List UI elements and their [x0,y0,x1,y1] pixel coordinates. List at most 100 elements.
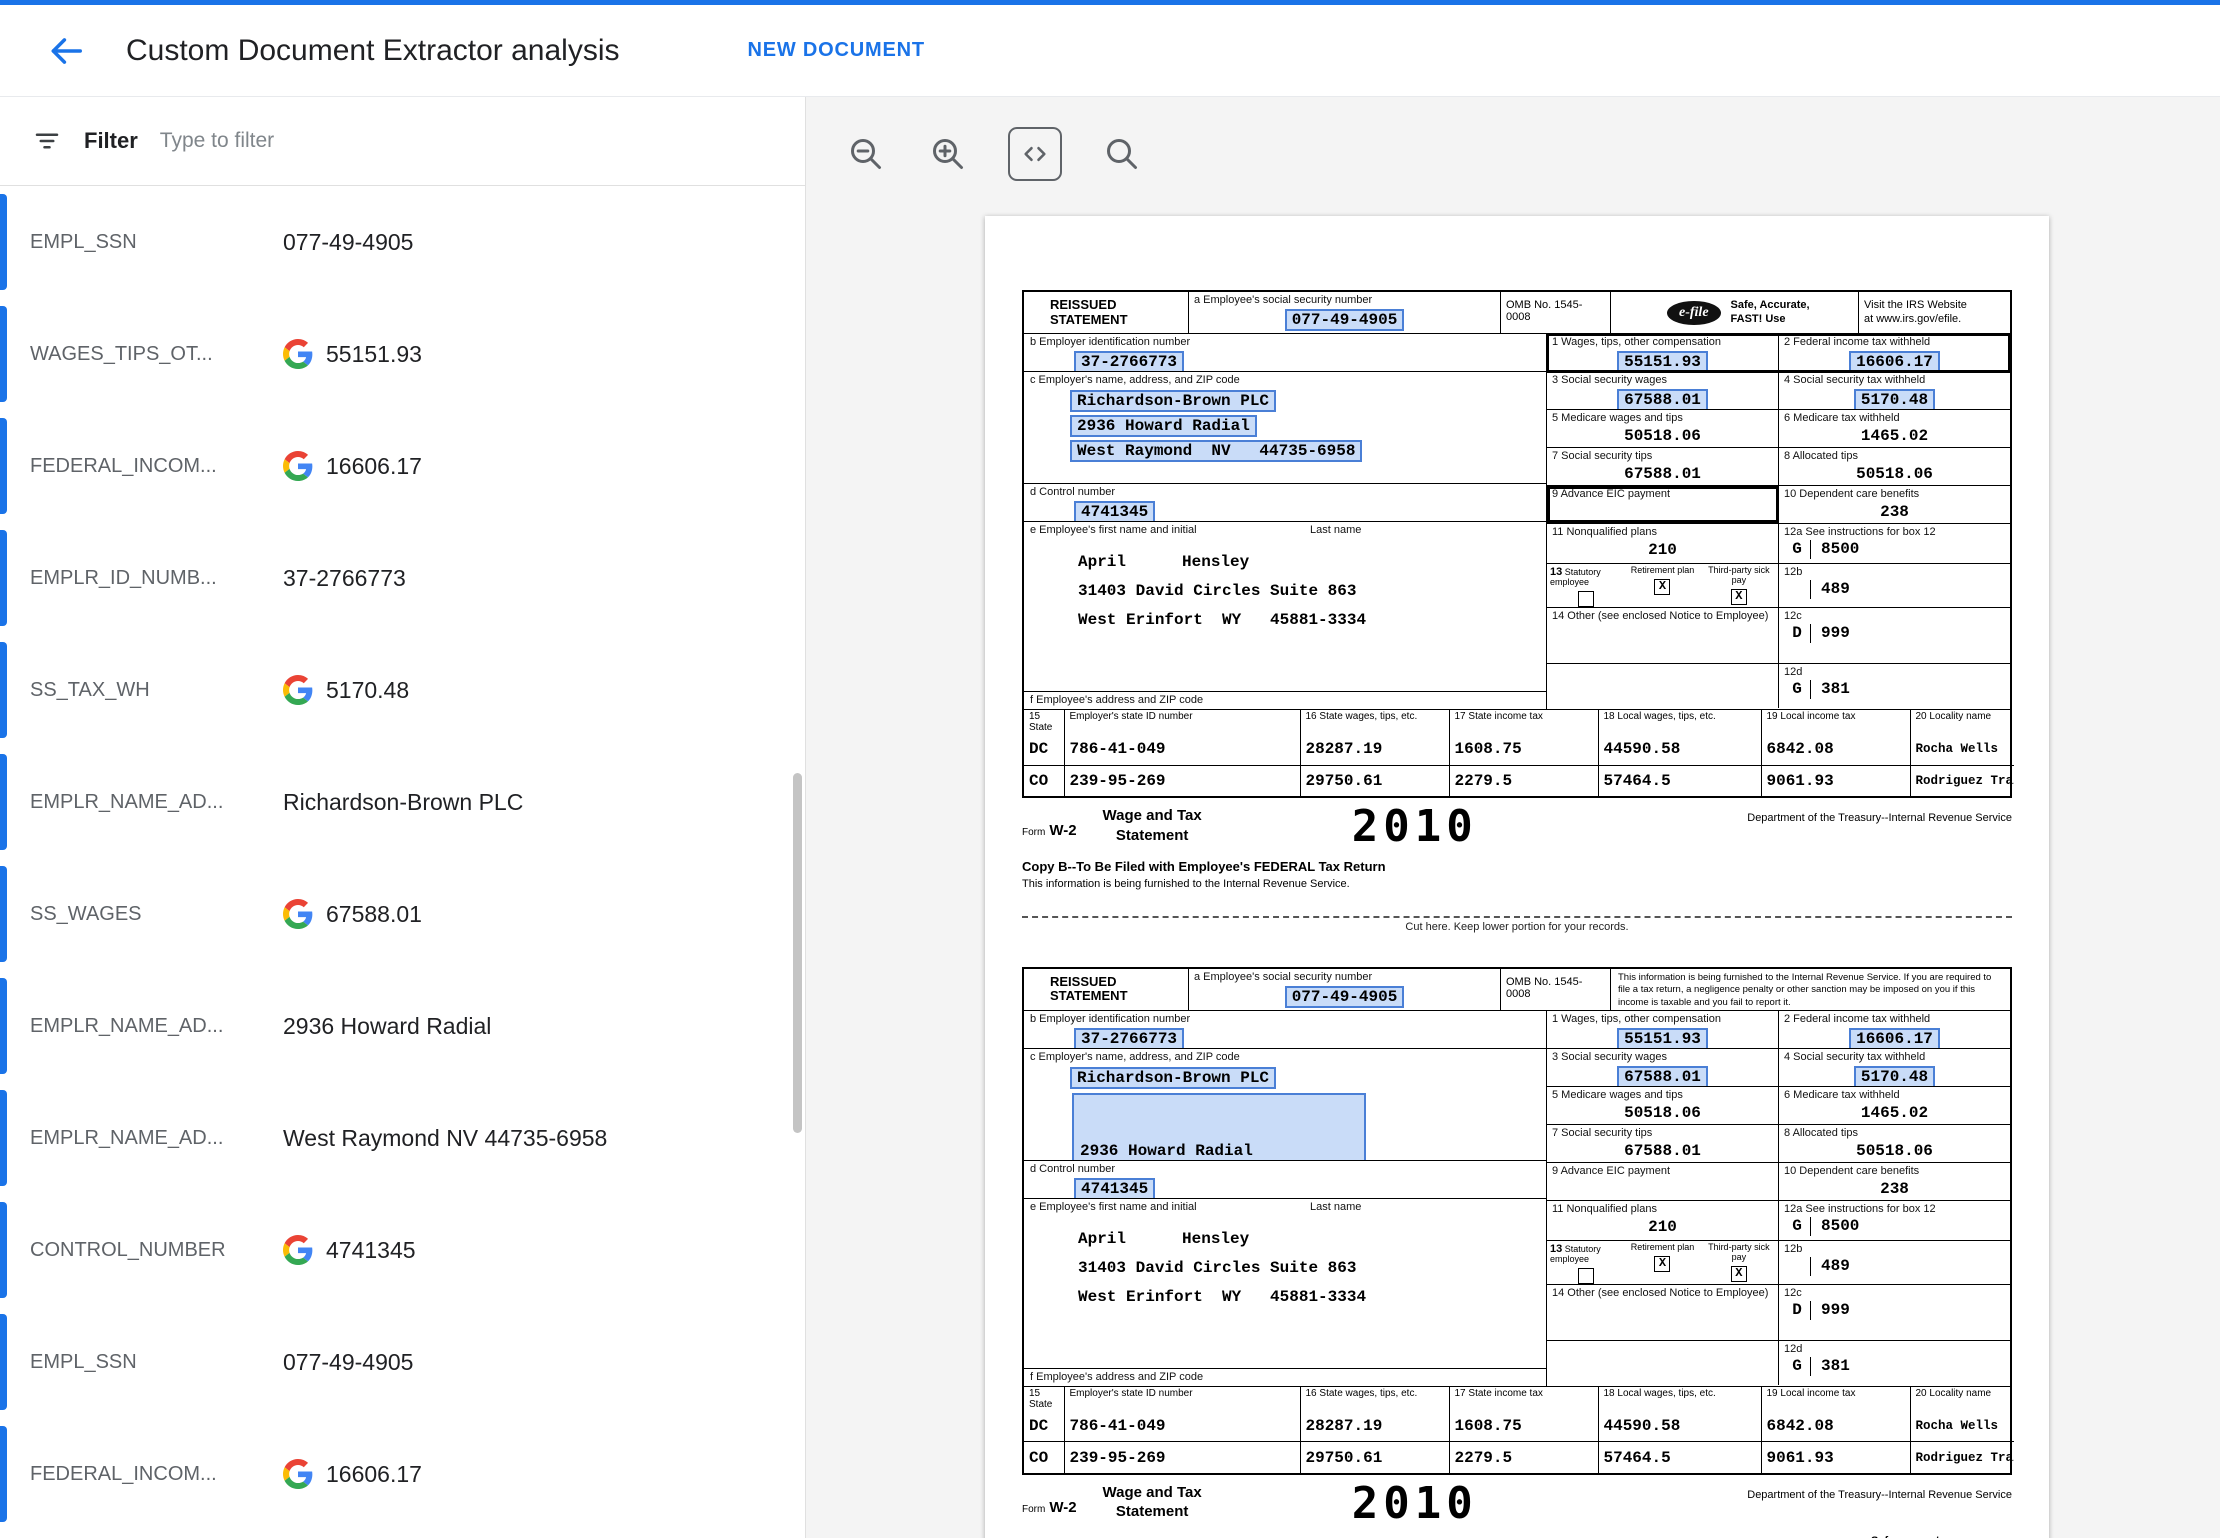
google-icon [283,1235,313,1265]
field-row[interactable]: EMPLR_NAME_AD... 2936 Howard Radial [0,970,805,1082]
box13-statutory-checkbox [1578,591,1594,607]
box13-retirement-label: Retirement plan [1626,1243,1698,1253]
entity-box2[interactable]: 16606.17 [1849,1028,1940,1048]
box12c-label: 12c [1784,610,2005,623]
field-row[interactable]: EMPL_SSN 077-49-4905 [0,186,805,298]
w2-left-column: b Employer identification number 37-2766… [1024,1011,1547,1386]
viewer-toolbar [806,97,2220,181]
w2-footer: FormW-2 Wage and Tax Statement 2010 Depa… [1022,1475,2012,1525]
zoom-in-button[interactable] [926,132,970,176]
w2-box-d: d Control number 4741345 [1024,484,1546,522]
arrow-left-icon [47,32,85,70]
entity-control-number[interactable]: 4741345 [1074,501,1155,522]
field-row[interactable]: SS_TAX_WH 5170.48 [0,634,805,746]
field-row[interactable]: EMPLR_NAME_AD... Richardson-Brown PLC [0,746,805,858]
w2-box9: 9 Advance EIC payment [1547,486,1779,523]
entity-box4[interactable]: 5170.48 [1854,1066,1935,1086]
box12a-label: 12a See instructions for box 12 [1784,1203,2005,1216]
back-button[interactable] [44,29,88,73]
form-w2-label: FormW-2 [1022,806,1077,839]
entity-box1[interactable]: 55151.93 [1617,1028,1708,1048]
entity-indicator-bar [0,418,7,514]
w2-box1: 1 Wages, tips, other compensation 55151.… [1547,334,1779,371]
field-list: EMPL_SSN 077-49-4905 WAGES_TIPS_OT... 55… [0,186,805,1530]
w2-top-row: REISSUED STATEMENT a Employee's social s… [1024,292,2010,334]
field-row[interactable]: EMPLR_NAME_AD... West Raymond NV 44735-6… [0,1082,805,1194]
box5-value: 50518.06 [1552,1104,1773,1122]
state-cell: DC [1024,734,1064,765]
field-row[interactable]: WAGES_TIPS_OT... 55151.93 [0,298,805,410]
treasury-dept-label: Department of the Treasury--Internal Rev… [1747,806,2012,824]
box12d-label: 12d [1784,666,2005,679]
new-document-button[interactable]: NEW DOCUMENT [748,39,925,62]
box13-statutory-checkbox [1578,1268,1594,1284]
state-cell: 6842.08 [1761,734,1910,765]
form-w2-label: FormW-2 [1022,1483,1077,1516]
field-row[interactable]: CONTROL_NUMBER 4741345 [0,1194,805,1306]
field-label: SS_WAGES [30,903,283,926]
scrollbar-thumb[interactable] [793,773,802,1133]
w2-box-a: a Employee's social security number 077-… [1189,292,1501,333]
field-value: West Raymond NV 44735-6958 [283,1125,607,1152]
employee-address: 31403 David Circles Suite 863 [1030,1259,1540,1277]
zoom-out-button[interactable] [844,132,888,176]
entity-employer-addr[interactable]: 2936 Howard Radial [1070,415,1257,437]
entity-indicator-bar [0,530,7,626]
entity-box3[interactable]: 67588.01 [1617,1066,1708,1086]
box13-sickpay: Third-party sick pay X [1703,1243,1775,1282]
field-label: FEDERAL_INCOM... [30,1463,283,1486]
field-row[interactable]: FEDERAL_INCOM... 16606.17 [0,1418,805,1530]
field-row[interactable]: EMPLR_ID_NUMB... 37-2766773 [0,522,805,634]
box3-label: 3 Social security wages [1552,1051,1773,1064]
w2-box14: 14 Other (see enclosed Notice to Employe… [1547,608,1779,663]
w2-box1: 1 Wages, tips, other compensation 55151.… [1547,1011,1779,1048]
state-cell: DC [1024,1411,1064,1442]
box11-label: 11 Nonqualified plans [1552,526,1773,539]
entity-employer-name[interactable]: Richardson-Brown PLC [1070,390,1276,412]
entity-box2[interactable]: 16606.17 [1849,351,1940,371]
entity-employer-address-block[interactable]: 2936 Howard Radial West Raymond NV 44735… [1072,1093,1366,1161]
entity-ein[interactable]: 37-2766773 [1074,1028,1184,1049]
box10-value: 238 [1784,1180,2005,1198]
state-cell: 2279.5 [1449,1442,1598,1473]
w2-row-box13-box12b: 13 Statutory employee Retirement plan X … [1547,564,2010,608]
entity-ssn[interactable]: 077-49-4905 [1285,986,1405,1008]
w2-box12b: 12b 489 [1779,1241,2010,1284]
w2-box6: 6 Medicare tax withheld 1465.02 [1779,1087,2010,1124]
box12d-label: 12d [1784,1343,2005,1356]
field-row[interactable]: FEDERAL_INCOM... 16606.17 [0,410,805,522]
box-b-label: b Employer identification number [1030,1013,1540,1026]
filter-input[interactable] [160,129,773,153]
entity-ein[interactable]: 37-2766773 [1074,351,1184,372]
w2-row-box9-box10: 9 Advance EIC payment 10 Dependent care … [1547,1163,2010,1201]
entity-employer-name[interactable]: Richardson-Brown PLC [1070,1067,1276,1089]
state-cell: CO [1024,1442,1064,1473]
form-word: Form [1022,827,1045,838]
w2-box9: 9 Advance EIC payment [1547,1163,1779,1200]
w2-row-box9-box10: 9 Advance EIC payment 10 Dependent care … [1547,486,2010,524]
box13-sickpay-checkbox: X [1731,1266,1747,1282]
entity-control-number[interactable]: 4741345 [1074,1178,1155,1199]
entity-box4[interactable]: 5170.48 [1854,389,1935,409]
entity-box1[interactable]: 55151.93 [1617,351,1708,371]
entity-box3[interactable]: 67588.01 [1617,389,1708,409]
w2-box12a: 12a See instructions for box 12 G8500 [1779,1201,2010,1240]
field-row[interactable]: SS_WAGES 67588.01 [0,858,805,970]
w2-box4: 4 Social security tax withheld 5170.48 [1779,372,2010,409]
search-document-button[interactable] [1100,132,1144,176]
box10-label: 10 Dependent care benefits [1784,1165,2005,1178]
entity-employer-city[interactable]: West Raymond NV 44735-6958 [1070,440,1362,462]
field-value: 37-2766773 [283,565,406,592]
w2-box5: 5 Medicare wages and tips 50518.06 [1547,1087,1779,1124]
w2-omb: OMB No. 1545-0008 [1501,292,1611,333]
code-view-button[interactable] [1008,127,1062,181]
reissued-line1: REISSUED [1050,975,1183,990]
field-row[interactable]: EMPL_SSN 077-49-4905 [0,1306,805,1418]
box12c-value: 999 [1810,624,1850,643]
box1-label: 1 Wages, tips, other compensation [1552,1013,1773,1026]
box13-sickpay-label: Third-party sick pay [1703,566,1775,586]
entity-ssn[interactable]: 077-49-4905 [1285,309,1405,331]
box-f-label: f Employee's address and ZIP code [1030,1371,1540,1384]
w2-reissued-statement: REISSUED STATEMENT [1024,969,1189,1010]
w2-box-e: e Employee's first name and initial Last… [1024,522,1546,691]
